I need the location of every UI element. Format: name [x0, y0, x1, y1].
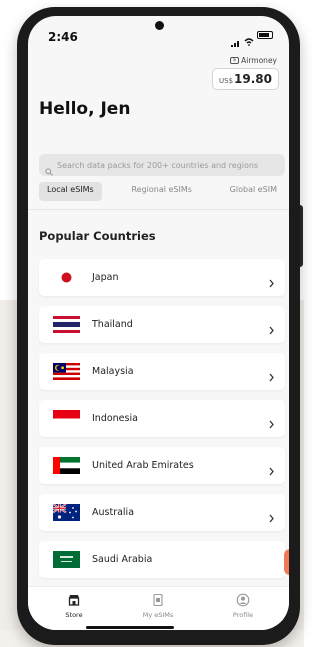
camera-cutout: [155, 21, 164, 30]
home-indicator: [86, 626, 174, 629]
airmoney-brand: Airmoney: [241, 56, 277, 65]
nav-label: My eSIMs: [142, 611, 174, 619]
tab-global-esim[interactable]: Global eSIM: [222, 182, 285, 201]
australia-flag-icon: [53, 504, 80, 521]
chevron-right-icon: [268, 461, 275, 476]
balance-badge[interactable]: US$ 19.80: [212, 68, 279, 90]
country-name: Indonesia: [92, 413, 138, 424]
country-name: Malaysia: [92, 366, 134, 377]
tab-local-esims[interactable]: Local eSIMs: [39, 182, 102, 201]
chevron-right-icon: [268, 367, 275, 382]
nav-label: Profile: [232, 611, 254, 619]
greeting-title: Hello, Jen: [39, 99, 131, 119]
chevron-right-icon: [268, 414, 275, 429]
country-name: Thailand: [92, 319, 133, 330]
chat-button[interactable]: [284, 549, 289, 575]
chevron-right-icon: [268, 273, 275, 288]
airmoney-label: $ Airmoney: [230, 56, 277, 65]
app-screen: 2:46 $ Airmoney US$ 19.80 Hello, Jen Sea…: [28, 16, 289, 630]
esim-tabs: Local eSIMs Regional eSIMs Global eSIM: [39, 182, 285, 201]
country-item-indonesia[interactable]: Indonesia: [39, 400, 285, 437]
wifi-icon: [244, 31, 254, 46]
nav-my-esims[interactable]: My eSIMs: [128, 593, 188, 619]
indonesia-flag-icon: [53, 410, 80, 427]
country-item-australia[interactable]: Australia: [39, 494, 285, 531]
profile-icon: [236, 593, 250, 607]
section-title: Popular Countries: [39, 229, 156, 243]
country-item-malaysia[interactable]: Malaysia: [39, 353, 285, 390]
status-time: 2:46: [48, 30, 78, 44]
bottom-navigation: Store My eSIMs Profile: [28, 586, 289, 630]
uae-flag-icon: [53, 457, 80, 474]
sim-card-icon: [151, 593, 165, 607]
country-name: United Arab Emirates: [92, 460, 194, 471]
country-name: Saudi Arabia: [92, 554, 153, 565]
country-item-thailand[interactable]: Thailand: [39, 306, 285, 343]
wallet-icon: $: [230, 57, 240, 64]
search-icon: [45, 161, 53, 176]
tab-regional-esims[interactable]: Regional eSIMs: [123, 182, 199, 201]
nav-profile[interactable]: Profile: [213, 593, 273, 619]
country-item-saudi-arabia[interactable]: Saudi Arabia: [39, 541, 285, 578]
search-input[interactable]: Search data packs for 200+ countries and…: [39, 154, 285, 176]
country-item-uae[interactable]: United Arab Emirates: [39, 447, 285, 484]
status-icons: [231, 31, 273, 47]
store-icon: [67, 593, 81, 607]
search-placeholder: Search data packs for 200+ countries and…: [57, 160, 259, 170]
thailand-flag-icon: [53, 316, 80, 333]
tabs-divider: [28, 209, 289, 210]
country-item-japan[interactable]: Japan: [39, 259, 285, 296]
balance-currency: US$: [219, 77, 234, 85]
balance-amount: 19.80: [234, 72, 272, 86]
chevron-right-icon: [268, 320, 275, 335]
saudi-arabia-flag-icon: [53, 551, 80, 568]
nav-store[interactable]: Store: [44, 593, 104, 619]
japan-flag-icon: [53, 269, 80, 286]
signal-icon: [231, 32, 241, 47]
country-name: Japan: [92, 272, 119, 283]
chevron-right-icon: [268, 508, 275, 523]
battery-icon: [257, 31, 273, 39]
malaysia-flag-icon: [53, 363, 80, 380]
nav-label: Store: [65, 611, 83, 619]
country-name: Australia: [92, 507, 135, 518]
